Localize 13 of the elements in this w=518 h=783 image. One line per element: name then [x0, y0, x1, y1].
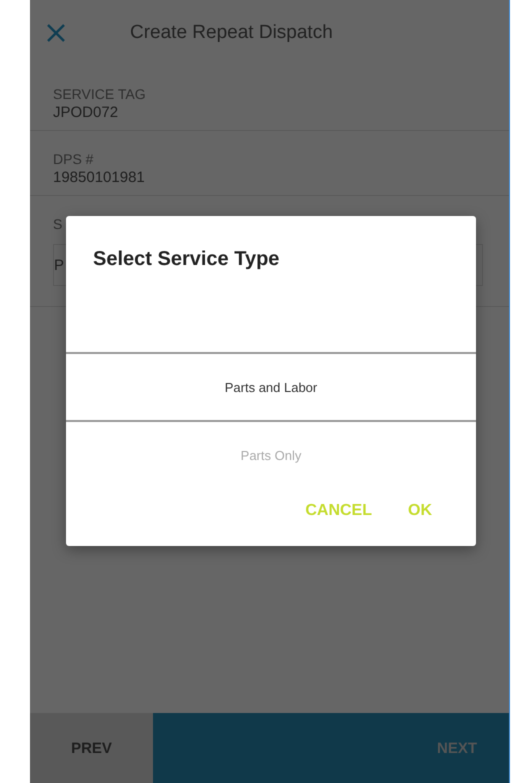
field-label: S: [53, 216, 64, 232]
field-value: 19850101981: [53, 169, 146, 186]
field-value: JPOD072: [53, 104, 120, 121]
service-type-option[interactable]: Parts and Labor: [66, 352, 476, 422]
ok-button[interactable]: OK: [408, 498, 432, 524]
service-type-option[interactable]: Parts Only: [66, 422, 476, 488]
dialog-title: Select Service Type: [92, 247, 280, 272]
field-label: SERVICE TAG: [53, 86, 147, 102]
screen-title: Create Repeat Dispatch: [130, 22, 333, 44]
close-icon[interactable]: [46, 23, 66, 43]
field-label: DPS #: [53, 151, 94, 167]
cancel-button[interactable]: CANCEL: [305, 498, 372, 524]
prev-button[interactable]: PREV: [30, 713, 153, 783]
